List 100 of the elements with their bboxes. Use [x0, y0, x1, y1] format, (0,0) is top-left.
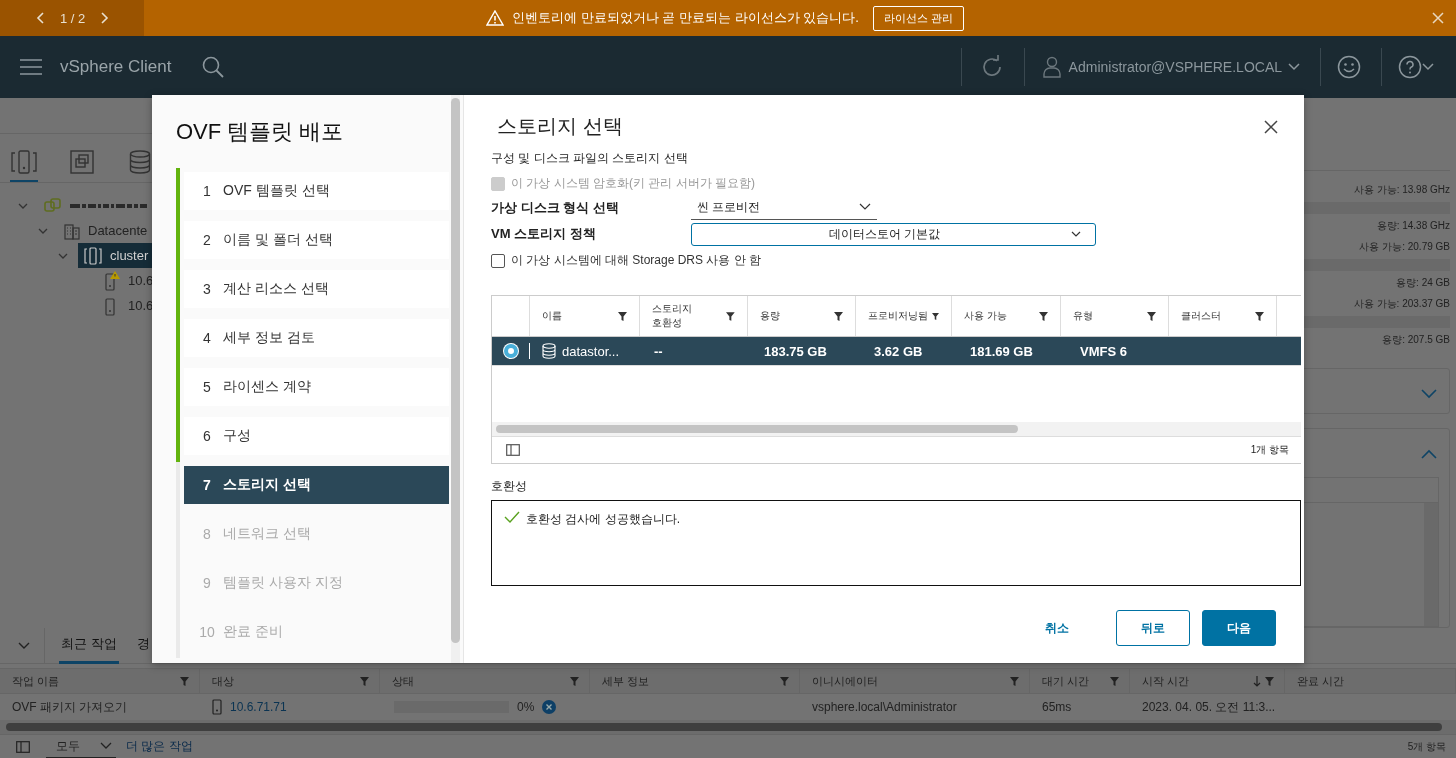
task-tab[interactable]: 경: [134, 627, 152, 664]
next-icon[interactable]: [99, 12, 110, 24]
capacity-value: 용량: 207.5 GB: [1382, 333, 1450, 348]
chevron-up-icon[interactable]: [1421, 448, 1437, 459]
close-icon[interactable]: [1264, 119, 1278, 134]
table-cell: 181.69 GB: [970, 343, 1033, 359]
chevron-down-icon[interactable]: [1071, 231, 1081, 237]
column-header[interactable]: 프로비저닝됨: [868, 309, 929, 323]
chevron-down-icon[interactable]: [1422, 63, 1434, 71]
filter-icon[interactable]: [1146, 311, 1156, 321]
user-menu[interactable]: Administrator@VSPHERE.LOCAL: [1068, 59, 1282, 75]
page-counter: 1 / 2: [60, 10, 86, 26]
wizard-step[interactable]: 5 라이센스 계약: [184, 368, 449, 406]
disk-format-dropdown[interactable]: 씬 프로비전: [691, 196, 877, 220]
smiley-icon[interactable]: [1337, 55, 1361, 79]
column-header[interactable]: 세부 정보: [602, 673, 650, 689]
wizard-step[interactable]: 4 세부 정보 검토: [184, 319, 449, 357]
filter-icon[interactable]: [932, 311, 940, 321]
previous-icon[interactable]: [36, 12, 46, 24]
chevron-down-icon[interactable]: [1288, 63, 1300, 71]
table-cell: 183.75 GB: [764, 343, 827, 359]
wizard-step[interactable]: 2 이름 및 폴더 선택: [184, 221, 449, 259]
radio-button[interactable]: [504, 344, 518, 358]
next-button[interactable]: 다음: [1202, 610, 1276, 646]
table-row[interactable]: datastor... -- 183.75 GB 3.62 GB 181.69 GB VMFS 6: [492, 337, 1301, 365]
help-icon[interactable]: [1398, 55, 1422, 79]
vcenter-icon: [44, 196, 62, 215]
chevron-down-icon[interactable]: [859, 203, 871, 211]
item-count: 1개 항목: [1250, 443, 1289, 457]
table-cell: 2023. 04. 05. 오전 11:3...: [1142, 698, 1276, 716]
filter-icon[interactable]: [617, 311, 627, 321]
table-cell: 65ms: [1042, 700, 1072, 714]
column-header[interactable]: 사용 가능: [964, 309, 1008, 323]
available-value: 사용 가능: 13.98 GHz: [1353, 183, 1450, 198]
column-header[interactable]: 시작 시간: [1142, 673, 1190, 689]
back-button[interactable]: 뒤로: [1116, 610, 1190, 646]
manage-licenses-button[interactable]: 라이선스 관리: [872, 5, 964, 31]
wizard-title: OVF 템플릿 배포: [175, 118, 345, 146]
column-header[interactable]: 완료 시간: [1297, 673, 1345, 689]
item-count: 5개 항목: [1407, 739, 1446, 754]
table-cell: --: [654, 343, 663, 359]
sort-down-icon[interactable]: [1253, 675, 1261, 687]
wizard-step[interactable]: 6 구성: [184, 417, 449, 455]
storage-policy-dropdown[interactable]: 데이터스토어 기본값: [691, 222, 1096, 246]
columns-icon[interactable]: [16, 740, 30, 753]
checkbox-label: 이 가상 시스템 암호화(키 관리 서버가 필요함): [511, 175, 755, 192]
checkbox-label: 이 가상 시스템에 대해 Storage DRS 사용 안 함: [511, 252, 762, 269]
column-header[interactable]: 이름: [541, 309, 562, 323]
menu-icon[interactable]: [20, 59, 42, 75]
table-cell: datastor...: [562, 343, 620, 359]
task-tab[interactable]: 최근 작업: [59, 627, 119, 664]
column-header[interactable]: 클러스터: [1180, 309, 1221, 323]
warning-icon: [486, 10, 505, 26]
progress-percent: 0%: [517, 700, 535, 714]
license-warning: 인벤토리에 만료되었거나 곧 만료되는 라이선스가 있습니다.: [512, 9, 859, 27]
filter-icon[interactable]: [834, 311, 844, 321]
tree-item[interactable]: Datacente: [88, 223, 148, 238]
section-label: 호환성: [491, 478, 528, 495]
cancel-icon[interactable]: [542, 700, 557, 714]
checkbox[interactable]: [491, 253, 505, 268]
search-icon[interactable]: [201, 56, 224, 78]
capacity-value: 용량: 24 GB: [1396, 276, 1450, 291]
more-tasks-link[interactable]: 더 많은 작업: [126, 738, 193, 755]
wizard-step[interactable]: 7 스토리지 선택: [184, 466, 449, 504]
column-header[interactable]: 작업 이름: [12, 673, 60, 689]
page-title: 스토리지 선택: [497, 114, 623, 139]
filter-dropdown[interactable]: 모두: [46, 735, 116, 758]
table-cell: OVF 패키지 가져오기: [12, 698, 128, 716]
column-header[interactable]: 이니시에이터: [812, 673, 878, 689]
filter-icon[interactable]: [726, 311, 736, 321]
wizard-step[interactable]: 3 계산 리소스 선택: [184, 270, 449, 308]
column-header[interactable]: 대기 시간: [1042, 673, 1090, 689]
column-header[interactable]: 용량: [760, 309, 781, 323]
scrollbar-thumb[interactable]: [6, 723, 1442, 731]
table-cell: VMFS 6: [1080, 343, 1127, 359]
tree-item[interactable]: 10.6: [128, 273, 154, 288]
column-header[interactable]: 대상: [212, 673, 234, 689]
database-icon: [542, 343, 556, 359]
column-header[interactable]: 유형: [1072, 309, 1093, 323]
filter-icon[interactable]: [1038, 311, 1048, 321]
filter-icon[interactable]: [1255, 311, 1264, 321]
host-icon: [212, 699, 222, 715]
tree-item[interactable]: 10.6: [128, 298, 154, 313]
app-title: vSphere Client: [60, 57, 172, 77]
table-cell: vsphere.local\Administrator: [812, 700, 957, 714]
available-value: 사용 가능: 203.37 GB: [1353, 297, 1450, 312]
target-link[interactable]: 10.6.71.71: [230, 700, 287, 714]
column-header[interactable]: 스토리지 호환성: [651, 302, 723, 330]
cancel-button[interactable]: 취소: [1020, 610, 1094, 646]
column-header[interactable]: 상태: [392, 673, 414, 689]
available-value: 사용 가능: 20.79 GB: [1359, 240, 1450, 255]
field-label: 가상 디스크 형식 선택: [491, 199, 620, 217]
capacity-value: 용량: 14.38 GHz: [1376, 219, 1450, 234]
columns-icon[interactable]: [506, 444, 520, 456]
wizard-step[interactable]: 1 OVF 템플릿 선택: [184, 172, 449, 210]
scrollbar-thumb[interactable]: [451, 98, 460, 643]
scrollbar-thumb[interactable]: [496, 425, 1018, 433]
user-icon: [1042, 56, 1061, 78]
building-icon: [64, 221, 80, 240]
compatibility-message: 호환성 검사에 성공했습니다.: [526, 511, 680, 528]
